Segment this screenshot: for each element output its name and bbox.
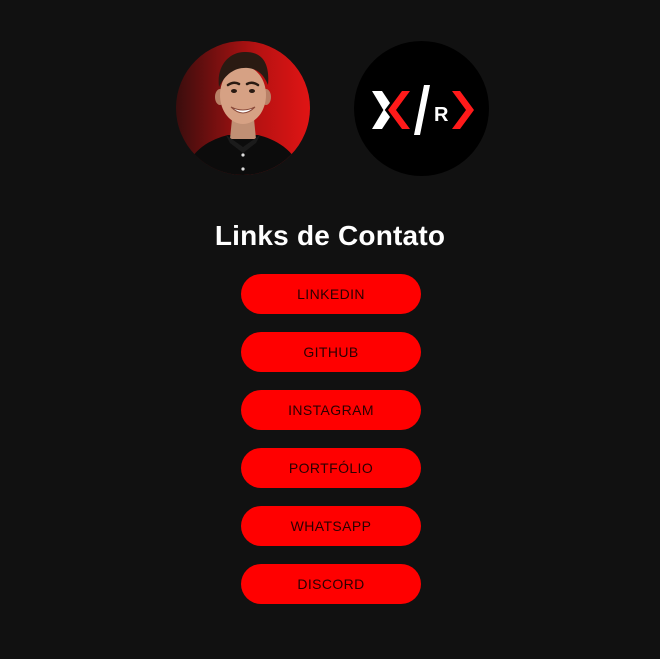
linkedin-button[interactable]: LINKEDIN bbox=[241, 274, 421, 314]
discord-button[interactable]: DISCORD bbox=[241, 564, 421, 604]
profile-photo-avatar bbox=[176, 41, 310, 175]
instagram-button[interactable]: INSTAGRAM bbox=[241, 390, 421, 430]
brand-logo-avatar: R bbox=[354, 41, 489, 176]
portfolio-button[interactable]: PORTFÓLIO bbox=[241, 448, 421, 488]
person-icon bbox=[184, 51, 302, 175]
page-title: Links de Contato bbox=[214, 220, 446, 251]
github-button[interactable]: GITHUB bbox=[241, 332, 421, 372]
whatsapp-button[interactable]: WHATSAPP bbox=[241, 506, 421, 546]
contact-links-list: LINKEDIN GITHUB INSTAGRAM PORTFÓLIO WHAT… bbox=[241, 274, 421, 604]
avatar-row: R bbox=[0, 41, 660, 176]
code-logo-icon: R bbox=[372, 85, 474, 135]
logo-letter: R bbox=[434, 104, 449, 126]
